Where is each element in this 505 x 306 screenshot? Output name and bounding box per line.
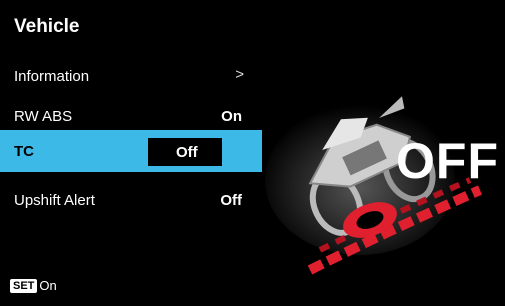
status-bar: SET On — [10, 278, 57, 293]
menu-item-value: Off — [220, 192, 242, 209]
vehicle-settings-screen: Vehicle Information > RW ABS On TC Off U… — [0, 0, 505, 306]
menu-item-upshift-alert[interactable]: Upshift Alert Off — [0, 180, 262, 220]
tc-off-indicator: OFF — [396, 133, 499, 189]
menu-item-information[interactable]: Information > — [0, 56, 262, 96]
menu-item-tc[interactable]: TC Off — [0, 130, 262, 172]
set-badge: SET — [10, 278, 38, 293]
menu-item-label: RW ABS — [14, 108, 73, 125]
set-state: On — [39, 278, 57, 293]
chevron-right-icon: > — [235, 66, 244, 83]
menu-item-label: TC — [14, 143, 34, 160]
menu-item-label: Upshift Alert — [14, 192, 95, 209]
page-title: Vehicle — [14, 16, 80, 37]
menu-item-value: On — [221, 108, 242, 125]
tc-value-selector[interactable]: Off — [148, 138, 222, 166]
menu-item-label: Information — [14, 68, 90, 85]
menu-item-value: Off — [176, 144, 198, 161]
motorcycle-traction-control-off-icon: OFF — [250, 40, 505, 290]
